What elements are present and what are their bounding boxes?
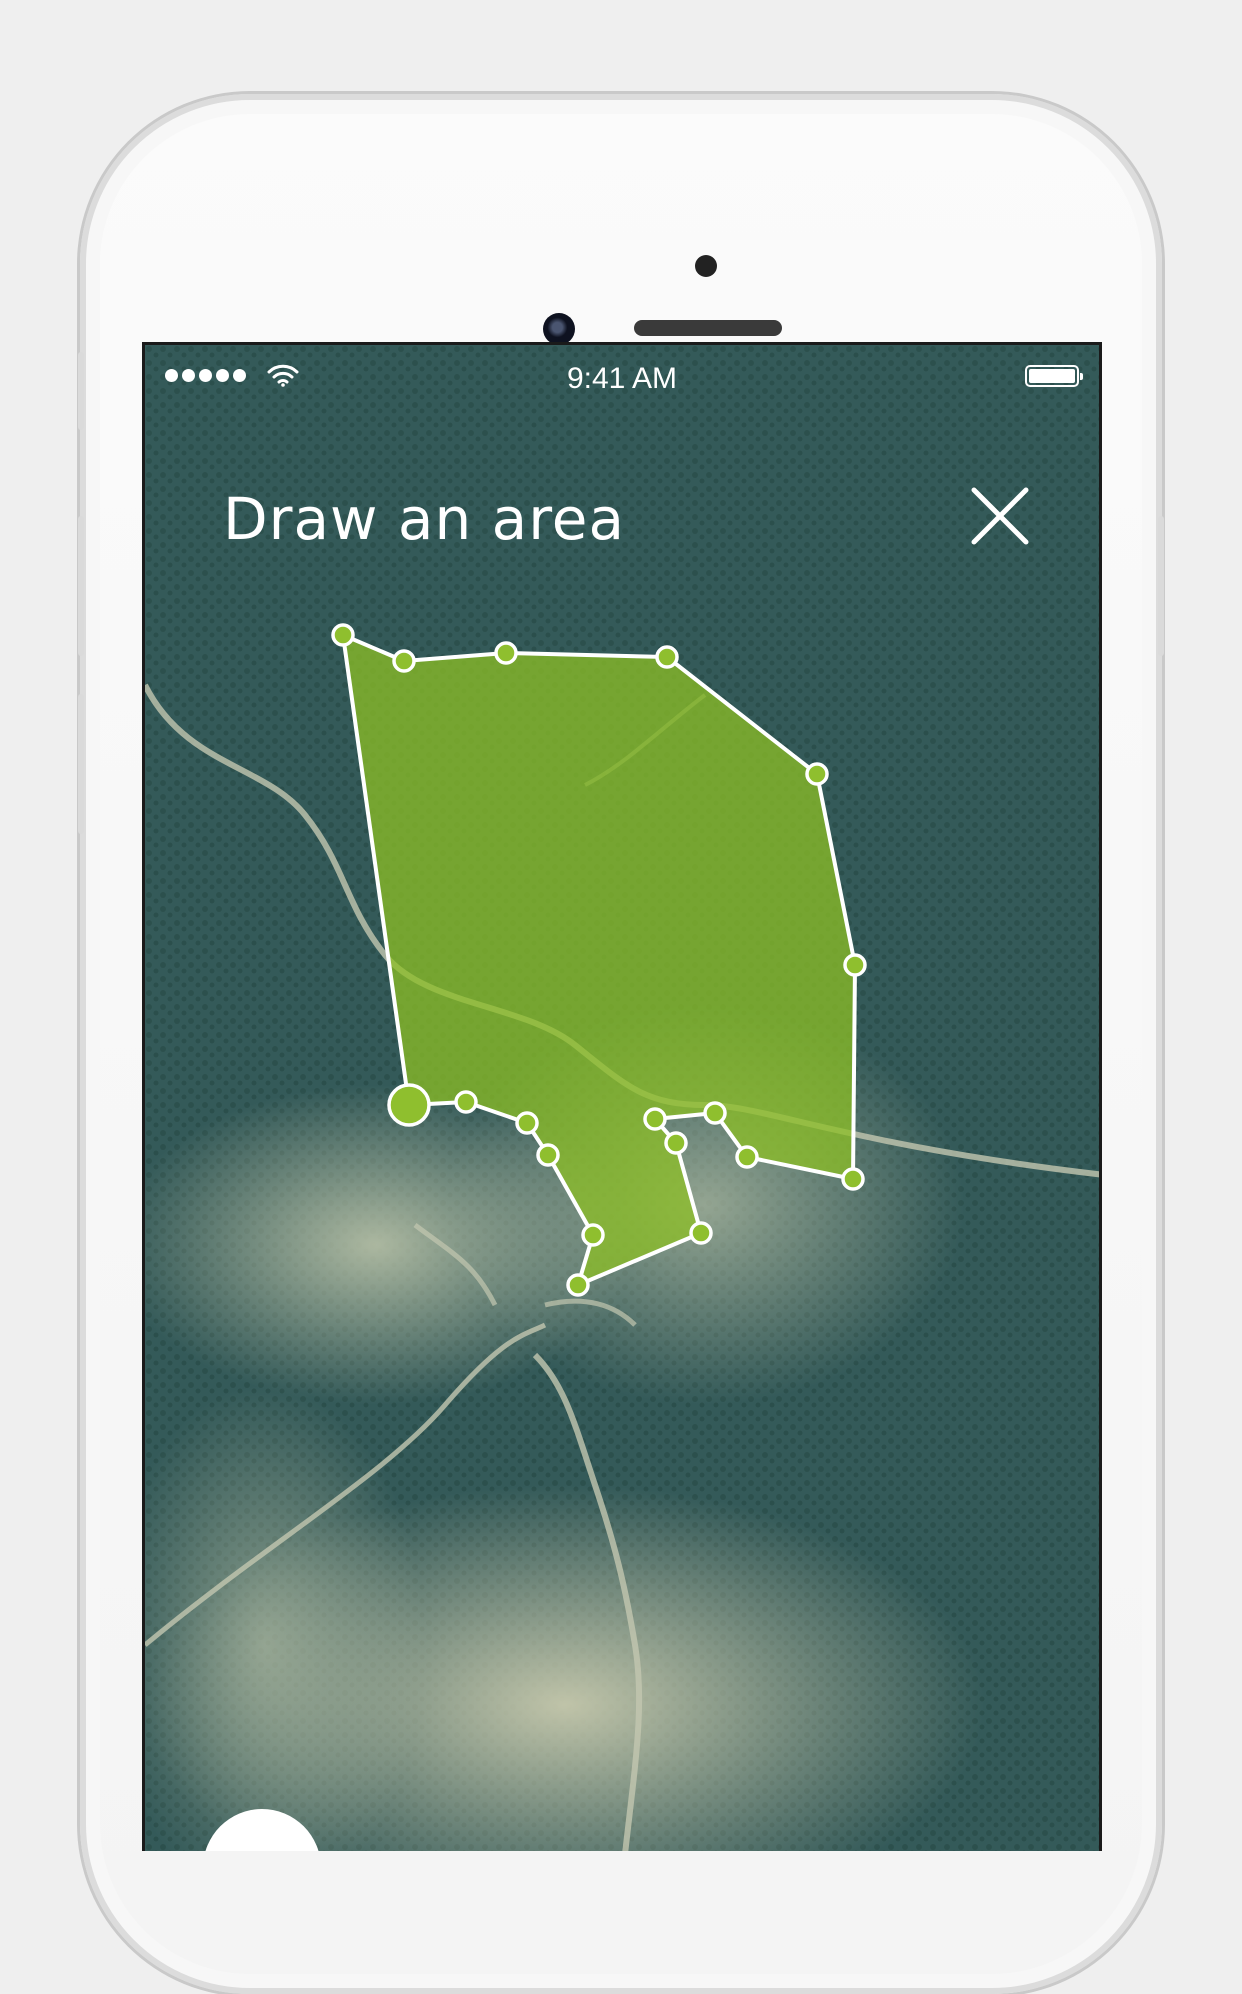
vertex-handle[interactable] [581, 1223, 605, 1247]
vertex-handle[interactable] [566, 1273, 590, 1297]
proximity-sensor [695, 255, 717, 277]
vertex-handle[interactable] [536, 1143, 560, 1167]
volume-down-button [78, 694, 84, 834]
vertex-handle[interactable] [643, 1107, 667, 1131]
vertex-handle[interactable] [703, 1101, 727, 1125]
battery-icon [1025, 365, 1083, 387]
front-camera [543, 313, 575, 345]
vertex-handle[interactable] [841, 1167, 865, 1191]
screen: 9:41 AM Draw an area [142, 342, 1102, 1851]
close-icon[interactable] [970, 486, 1030, 546]
satellite-map[interactable] [145, 345, 1102, 1851]
vertex-handle[interactable] [843, 953, 867, 977]
vertex-handle[interactable] [689, 1221, 713, 1245]
mute-switch [78, 352, 84, 430]
page-title: Draw an area [223, 485, 625, 553]
vertex-handle[interactable] [664, 1131, 688, 1155]
vertex-handle[interactable] [494, 641, 518, 665]
vertex-handle[interactable] [515, 1111, 539, 1135]
vertex-handle[interactable] [805, 762, 829, 786]
vertex-handle[interactable] [331, 623, 355, 647]
vertex-handle[interactable] [392, 649, 416, 673]
vertex-handle[interactable] [655, 645, 679, 669]
power-button [1158, 516, 1164, 656]
status-bar: 9:41 AM [145, 345, 1099, 405]
vertex-handle[interactable] [454, 1090, 478, 1114]
earpiece-speaker [634, 320, 782, 336]
status-time: 9:41 AM [566, 362, 678, 395]
volume-up-button [78, 516, 84, 656]
vertex-handle[interactable] [735, 1145, 759, 1169]
active-vertex-handle[interactable] [387, 1083, 431, 1127]
